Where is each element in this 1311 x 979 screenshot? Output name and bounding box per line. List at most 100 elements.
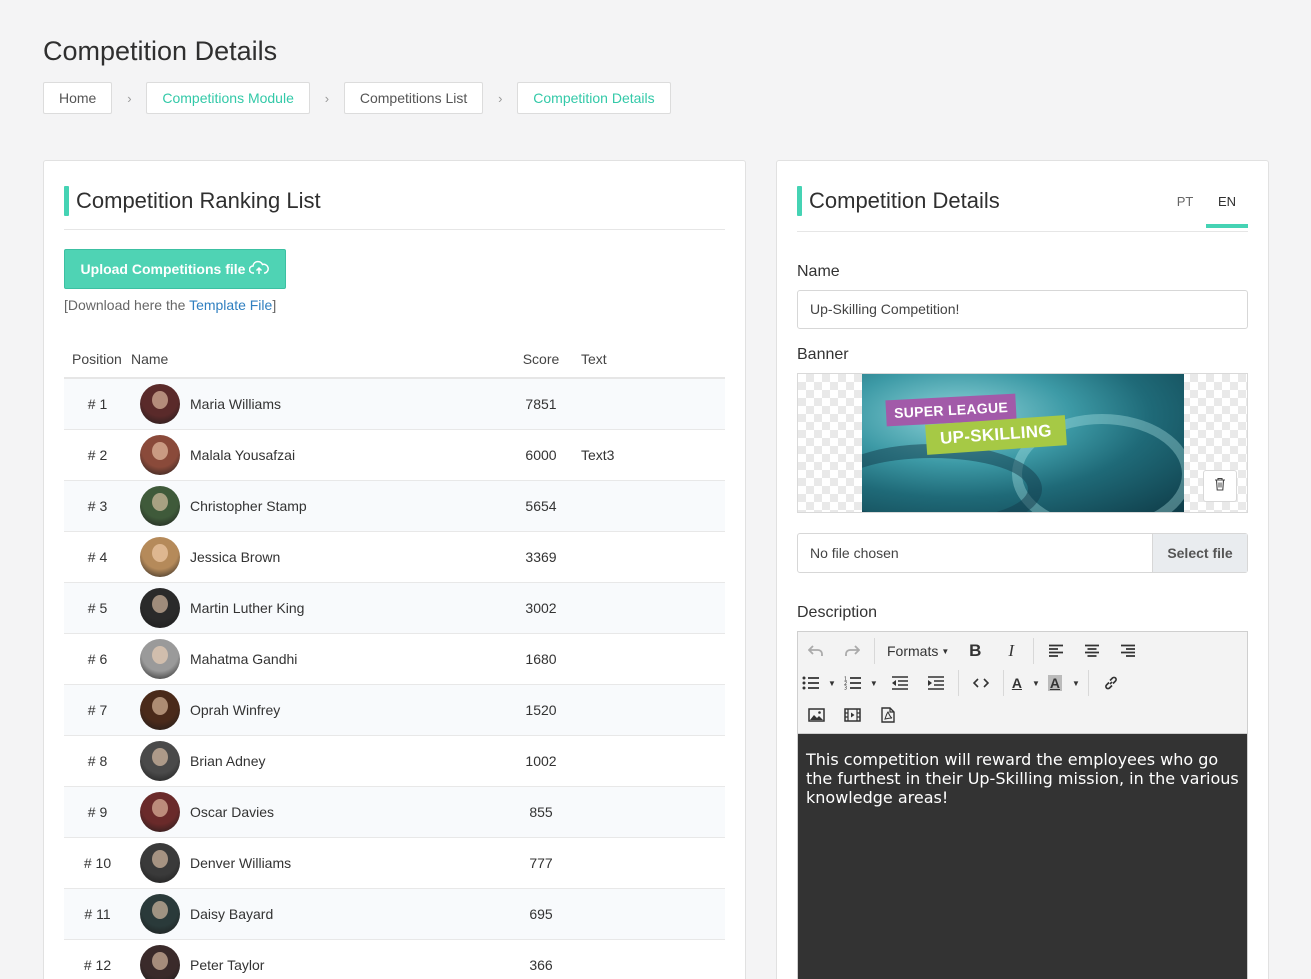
download-prefix: [Download here the — [64, 297, 190, 313]
bold-icon[interactable]: B — [961, 637, 989, 665]
position-cell: # 12 — [64, 939, 131, 979]
table-row[interactable]: # 11 Daisy Bayard 695 — [64, 888, 725, 940]
table-row[interactable]: # 7 Oprah Winfrey 1520 — [64, 684, 725, 736]
participant-name: Jessica Brown — [190, 548, 281, 565]
column-score[interactable]: Score — [511, 341, 571, 379]
text-cell — [571, 837, 725, 889]
breadcrumb-competitions-module[interactable]: Competitions Module — [146, 82, 310, 114]
text-cell — [571, 480, 725, 532]
text-cell — [571, 582, 725, 634]
name-cell: Mahatma Gandhi — [131, 633, 511, 685]
text-cell — [571, 684, 725, 736]
name-cell: Brian Adney — [131, 735, 511, 787]
table-row[interactable]: # 8 Brian Adney 1002 — [64, 735, 725, 787]
numbered-list-icon[interactable]: 123 ▼ — [844, 669, 878, 697]
score-cell: 855 — [511, 786, 571, 838]
upload-competitions-button[interactable]: Upload Competitions file — [64, 249, 286, 289]
position-cell: # 6 — [64, 633, 131, 685]
position-cell: # 9 — [64, 786, 131, 838]
table-row[interactable]: # 12 Peter Taylor 366 — [64, 939, 725, 979]
table-header-row: Position Name Score Text — [64, 341, 725, 379]
avatar — [140, 536, 180, 577]
description-text-area[interactable]: This competition will reward the employe… — [798, 734, 1247, 979]
table-row[interactable]: # 2 Malala Yousafzai 6000 Text3 — [64, 429, 725, 481]
page-title: Competition Details — [43, 36, 278, 66]
link-icon[interactable] — [1097, 669, 1125, 697]
language-tabs: PT EN — [1164, 188, 1248, 228]
redo-icon[interactable] — [838, 637, 866, 665]
column-name[interactable]: Name — [131, 341, 511, 379]
breadcrumb-competitions-list[interactable]: Competitions List — [343, 82, 484, 114]
image-icon[interactable] — [802, 701, 830, 729]
delete-banner-button[interactable] — [1203, 470, 1237, 502]
participant-name: Christopher Stamp — [190, 497, 307, 514]
name-cell: Peter Taylor — [131, 939, 511, 979]
text-cell — [571, 786, 725, 838]
tab-en[interactable]: EN — [1206, 188, 1248, 228]
score-cell: 3369 — [511, 531, 571, 583]
indent-icon[interactable] — [922, 669, 950, 697]
table-row[interactable]: # 9 Oscar Davies 855 — [64, 786, 725, 838]
formats-dropdown[interactable]: Formats ▼ — [883, 637, 953, 665]
chevron-right-icon: › — [127, 90, 132, 106]
table-row[interactable]: # 4 Jessica Brown 3369 — [64, 531, 725, 583]
name-cell: Oscar Davies — [131, 786, 511, 838]
table-row[interactable]: # 5 Martin Luther King 3002 — [64, 582, 725, 634]
table-row[interactable]: # 3 Christopher Stamp 5654 — [64, 480, 725, 532]
details-card: Competition Details PT EN Name Up-Skilli… — [776, 160, 1269, 979]
table-row[interactable]: # 1 Maria Williams 7851 — [64, 378, 725, 430]
template-file-link[interactable]: Template File — [189, 297, 272, 313]
participant-name: Daisy Bayard — [190, 905, 274, 922]
select-file-button[interactable]: Select file — [1152, 534, 1247, 572]
breadcrumb: Home › Competitions Module › Competition… — [43, 82, 671, 114]
participant-name: Mahatma Gandhi — [190, 650, 298, 667]
position-cell: # 11 — [64, 888, 131, 940]
position-cell: # 7 — [64, 684, 131, 736]
breadcrumb-home[interactable]: Home — [43, 82, 113, 114]
download-template-line: [Download here the Template File] — [64, 297, 276, 313]
score-cell: 1002 — [511, 735, 571, 787]
score-cell: 777 — [511, 837, 571, 889]
column-position[interactable]: Position — [64, 341, 131, 379]
accent-bar — [797, 186, 802, 216]
name-cell: Christopher Stamp — [131, 480, 511, 532]
bullet-list-icon[interactable]: ▼ — [802, 669, 836, 697]
italic-icon[interactable]: I — [997, 637, 1025, 665]
name-input[interactable]: Up-Skilling Competition! — [797, 290, 1248, 329]
upload-button-label: Upload Competitions file — [80, 261, 246, 277]
breadcrumb-competition-details[interactable]: Competition Details — [517, 82, 671, 114]
avatar — [140, 893, 180, 934]
text-cell — [571, 939, 725, 979]
download-suffix: ] — [272, 297, 277, 313]
avatar — [140, 791, 180, 832]
details-card-title: Competition Details — [809, 188, 1000, 213]
text-cell — [571, 888, 725, 940]
background-color-icon[interactable]: A ▼ — [1047, 669, 1080, 697]
align-center-icon[interactable] — [1078, 637, 1106, 665]
table-row[interactable]: # 6 Mahatma Gandhi 1680 — [64, 633, 725, 685]
banner-preview: SUPER LEAGUE UP-SKILLING — [797, 373, 1248, 513]
score-cell: 7851 — [511, 378, 571, 430]
column-text[interactable]: Text — [571, 341, 725, 379]
participant-name: Denver Williams — [190, 854, 292, 871]
name-cell: Jessica Brown — [131, 531, 511, 583]
text-cell: Text3 — [571, 429, 725, 481]
ranking-card: Competition Ranking List Upload Competit… — [43, 160, 746, 979]
undo-icon[interactable] — [802, 637, 830, 665]
video-icon[interactable] — [838, 701, 866, 729]
align-right-icon[interactable] — [1114, 637, 1142, 665]
avatar — [140, 383, 180, 424]
participant-name: Malala Yousafzai — [190, 446, 296, 463]
outdent-icon[interactable] — [886, 669, 914, 697]
banner-file-input[interactable]: No file chosen Select file — [797, 533, 1248, 573]
pdf-file-icon[interactable] — [874, 701, 902, 729]
ranking-card-header: Competition Ranking List — [64, 186, 725, 230]
text-color-icon[interactable]: A ▼ — [1012, 669, 1040, 697]
score-cell: 3002 — [511, 582, 571, 634]
code-icon[interactable] — [967, 669, 995, 697]
table-row[interactable]: # 10 Denver Williams 777 — [64, 837, 725, 889]
tab-pt[interactable]: PT — [1164, 188, 1206, 228]
align-left-icon[interactable] — [1042, 637, 1070, 665]
participant-name: Oprah Winfrey — [190, 701, 281, 718]
score-cell: 5654 — [511, 480, 571, 532]
